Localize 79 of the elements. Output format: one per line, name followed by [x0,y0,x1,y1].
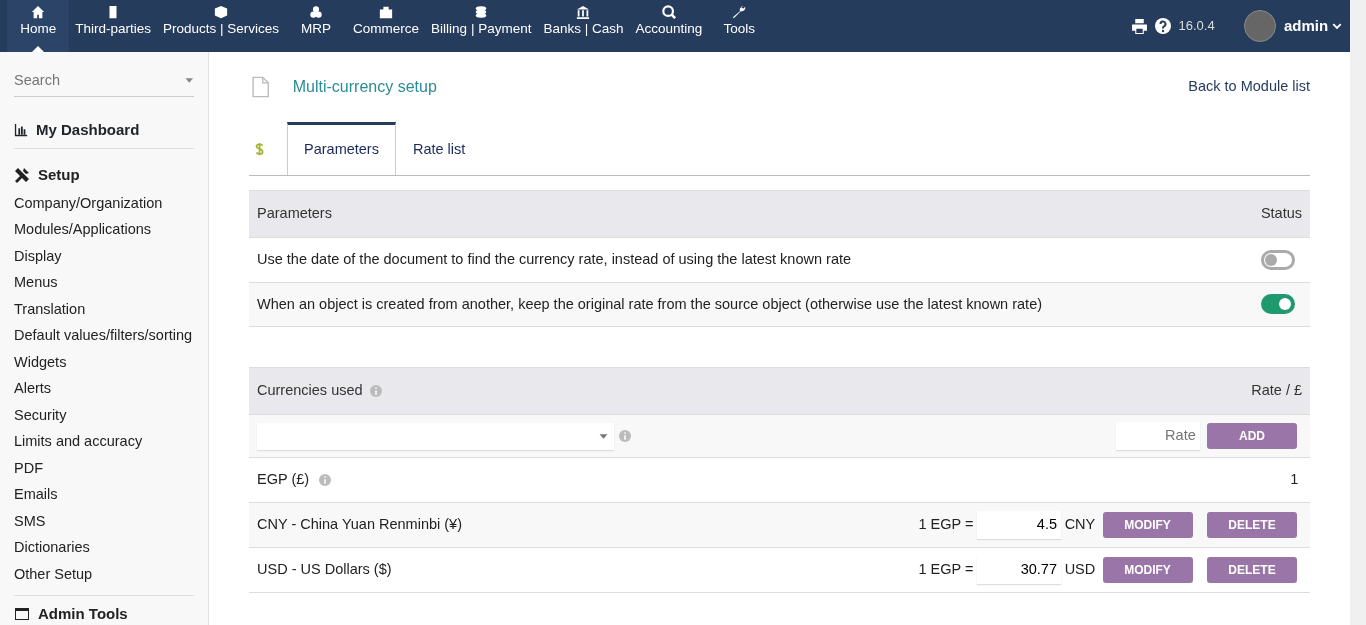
column-header: Rate / £ [1251,381,1302,401]
rate-prefix: 1 EGP = [918,559,974,579]
add-button[interactable]: ADD [1207,423,1297,450]
rate-field[interactable]: Rate [1115,422,1200,450]
chart-icon [14,122,28,137]
avatar [1243,10,1276,42]
toggle-switch[interactable] [1260,294,1295,315]
modify-button[interactable]: MODIFY [1102,511,1193,538]
info-icon [619,430,631,443]
briefcase-icon [379,5,394,19]
scrollbar[interactable] [1350,0,1366,625]
rate-field[interactable]: 30.77 [977,555,1061,584]
info-icon [319,474,332,487]
currency-name: EGP (£) [257,470,310,490]
sidebar-item[interactable]: Dictionaries [14,534,194,561]
toggle-switch[interactable] [1260,249,1295,270]
bank-icon [576,5,591,19]
currency-name: CNY - China Yuan Renminbi (¥) [257,515,462,534]
delete-button[interactable]: DELETE [1207,511,1297,538]
sidebar-item[interactable]: Other Setup [14,560,194,588]
sidebar-item[interactable]: SMS [14,507,194,535]
currency-code: USD [1064,559,1096,579]
document-icon [249,74,271,100]
sidebar-item[interactable]: Default values/filters/sorting [14,322,194,349]
rate-value: 1 [1290,470,1299,490]
menu-tab[interactable]: Home [7,0,70,52]
caret-icon [599,431,608,441]
sidebar-item[interactable]: Modules/Applications [14,216,194,243]
tab[interactable]: Parameters [287,121,396,175]
caret-icon [1331,21,1342,31]
sidebar-heading-text[interactable]: Setup [38,163,80,187]
sidebar-item[interactable]: Limits and accuracy [14,428,194,455]
cubes-icon [309,5,324,19]
search-field[interactable]: Search [14,66,186,96]
sidebar-item[interactable]: Company/Organization [14,189,194,217]
rate-prefix: 1 EGP = [918,515,974,534]
printer-icon [1131,17,1149,35]
modify-button[interactable]: MODIFY [1102,556,1193,583]
info-icon [369,385,382,398]
column-header: Currencies used [257,381,363,401]
sidebar-item[interactable]: Widgets [14,348,194,376]
wrench-icon [732,5,747,19]
window-icon [14,606,30,623]
sidebar-item[interactable]: Menus [14,269,194,296]
page-title: Multi-currency setup [292,77,437,97]
sidebar-item[interactable]: Security [14,401,194,429]
menu-tab[interactable]: Products | Services [157,0,286,52]
coins-icon [474,5,489,19]
sidebar-item[interactable]: Translation [14,295,194,323]
menu-tab[interactable]: Billing | Payment [425,0,538,52]
parameter-text: Use the date of the document to find the currency rate, instead of using the latest known rate [257,249,852,269]
cube-icon [214,5,229,19]
user-menu[interactable]: admin [1282,13,1343,39]
parameter-text: When an object is created from another, keep the original rate from the source object (otherwise use the latest known rate) [257,294,1043,314]
currency-code: CNY [1064,515,1096,534]
sidebar-heading-text[interactable]: Admin Tools [38,602,128,625]
sidebar-item[interactable]: PDF [14,454,194,482]
menu-tab[interactable]: Commerce [347,0,426,52]
magnifier-icon [661,5,676,19]
menu-tab[interactable]: MRP [285,0,348,52]
menu-tab[interactable]: Banks | Cash [537,0,630,52]
sidebar-heading-text[interactable]: My Dashboard [36,118,140,141]
tab[interactable]: Rate list [395,123,483,175]
menu-tab[interactable]: Tools [708,0,771,52]
version-label: 16.0.4 [1178,17,1215,36]
help-icon [1155,18,1172,34]
column-header: Status [1260,204,1302,223]
tools-icon [14,167,30,183]
menu-tab[interactable]: Third-parties [69,0,158,52]
menu-tab[interactable]: Accounting [629,0,709,52]
currency-name: USD - US Dollars ($) [257,559,392,579]
rate-field[interactable]: 4.5 [977,511,1061,539]
back-link[interactable]: Back to Module list [1188,76,1310,98]
delete-button[interactable]: DELETE [1207,556,1297,583]
column-header: Parameters [257,204,332,223]
sidebar-item[interactable]: Display [14,242,194,270]
sidebar-item[interactable]: Emails [14,481,194,508]
sidebar-item[interactable]: Alerts [14,375,194,402]
home-icon [31,5,46,19]
